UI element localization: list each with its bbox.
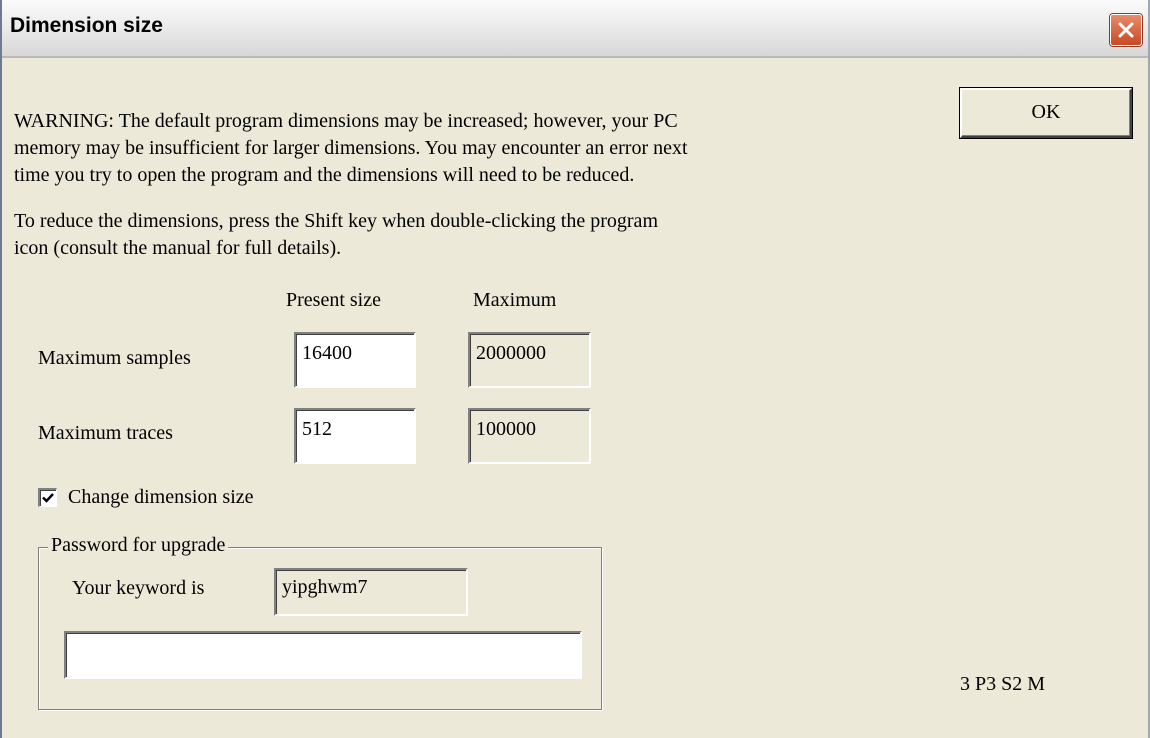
close-button[interactable] [1110, 14, 1142, 46]
keyword-label: Your keyword is [72, 577, 205, 599]
warning-line: WARNING: The default program dimensions … [14, 110, 678, 132]
warning-text: WARNING: The default program dimensions … [14, 108, 688, 189]
change-dimension-checkbox[interactable] [38, 488, 57, 507]
present-traces-input[interactable]: 512 [294, 408, 416, 464]
change-dimension-label[interactable]: Change dimension size [68, 484, 254, 511]
ok-button[interactable]: OK [960, 88, 1132, 138]
version-text: 3 P3 S2 M [960, 673, 1046, 695]
reduce-instructions: To reduce the dimensions, press the Shif… [14, 208, 658, 262]
password-group-label: Password for upgrade [48, 532, 229, 559]
checkmark-icon [42, 493, 54, 503]
close-icon [1118, 22, 1134, 38]
present-samples-input[interactable]: 16400 [294, 332, 416, 388]
dialog-window: Dimension size WARNING: The default prog… [0, 0, 1150, 738]
maximum-samples-field: 2000000 [468, 332, 591, 388]
row-label-traces: Maximum traces [38, 422, 173, 444]
reduce-line: icon (consult the manual for full detail… [14, 237, 342, 259]
password-input[interactable] [64, 631, 582, 679]
warning-line: time you try to open the program and the… [14, 164, 635, 186]
row-label-samples: Maximum samples [38, 347, 191, 369]
column-header-maximum: Maximum [473, 289, 557, 311]
reduce-line: To reduce the dimensions, press the Shif… [14, 210, 658, 232]
maximum-traces-field: 100000 [468, 408, 591, 464]
column-header-present: Present size [286, 289, 381, 311]
title-bar[interactable]: Dimension size [2, 0, 1148, 58]
warning-line: memory may be insufficient for larger di… [14, 137, 688, 159]
window-title: Dimension size [10, 14, 163, 37]
keyword-value-field: yipghwm7 [274, 568, 468, 616]
